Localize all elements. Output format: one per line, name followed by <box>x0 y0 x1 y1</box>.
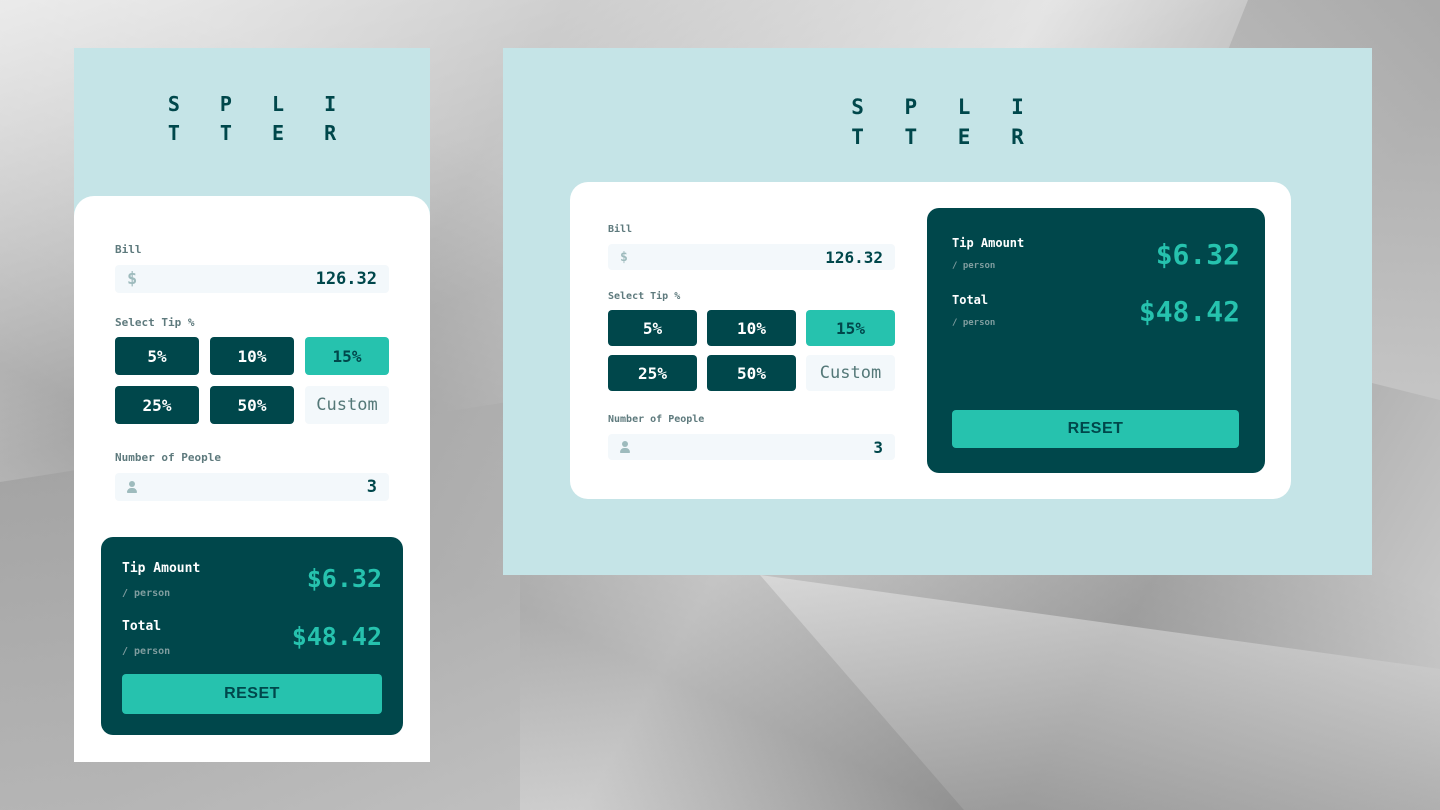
tip-button-10[interactable]: 10% <box>210 337 294 375</box>
tip-label: Select Tip % <box>115 316 195 329</box>
dollar-icon: $ <box>127 269 138 289</box>
tip-button-10[interactable]: 10% <box>707 310 796 346</box>
calculator-card: Bill $ 126.32 Select Tip % 5% 10% 15% 25… <box>74 196 430 762</box>
tip-button-5[interactable]: 5% <box>608 310 697 346</box>
bill-value: 126.32 <box>825 247 883 267</box>
desktop-preview: S P L I T T E R Bill $ 126.32 Select Tip… <box>503 48 1372 575</box>
tip-button-50[interactable]: 50% <box>210 386 294 424</box>
tip-amount-label: Tip Amount <box>952 236 1025 250</box>
tip-button-5[interactable]: 5% <box>115 337 199 375</box>
logo-line-1: S P L I <box>851 95 1038 119</box>
total-value: $48.42 <box>291 622 382 651</box>
people-input[interactable]: 3 <box>115 473 389 501</box>
tip-amount-value: $6.32 <box>306 564 382 593</box>
bill-input[interactable]: $ 126.32 <box>608 244 895 270</box>
tip-amount-sub: / person <box>952 261 996 271</box>
logo-line-2: T T E R <box>167 121 351 145</box>
people-label: Number of People <box>115 451 221 464</box>
tip-button-50[interactable]: 50% <box>707 355 796 391</box>
custom-tip-input[interactable]: Custom <box>806 355 895 391</box>
logo-line-1: S P L I <box>167 92 351 116</box>
people-input[interactable]: 3 <box>608 434 895 460</box>
tip-amount-label: Tip Amount <box>122 561 201 576</box>
tip-button-15[interactable]: 15% <box>305 337 389 375</box>
total-label: Total <box>122 619 162 634</box>
tip-amount-sub: / person <box>122 588 171 599</box>
bill-label: Bill <box>608 224 633 235</box>
tip-amount-value: $6.32 <box>1155 238 1240 271</box>
tip-button-25[interactable]: 25% <box>115 386 199 424</box>
dollar-icon: $ <box>620 249 628 265</box>
bill-input[interactable]: $ 126.32 <box>115 265 389 293</box>
people-label: Number of People <box>608 414 705 425</box>
logo: S P L I T T E R <box>503 92 1372 153</box>
reset-button[interactable]: RESET <box>122 674 382 714</box>
tip-button-15[interactable]: 15% <box>806 310 895 346</box>
logo: S P L I T T E R <box>74 90 430 148</box>
mobile-preview: S P L I T T E R Bill $ 126.32 Select Tip… <box>74 48 430 762</box>
total-label: Total <box>952 293 989 307</box>
logo-line-2: T T E R <box>851 125 1038 150</box>
result-panel: Tip Amount / person $6.32 Total / person… <box>927 208 1265 473</box>
people-value: 3 <box>366 477 377 497</box>
background-facet <box>760 575 1440 810</box>
people-value: 3 <box>873 437 883 457</box>
bill-label: Bill <box>115 243 142 256</box>
person-icon <box>127 481 137 493</box>
tip-options: 5% 10% 15% 25% 50% Custom <box>608 310 895 391</box>
total-sub: / person <box>122 646 171 657</box>
person-icon <box>620 441 630 453</box>
custom-tip-input[interactable]: Custom <box>305 386 389 424</box>
tip-options: 5% 10% 15% 25% 50% Custom <box>115 337 389 424</box>
bill-value: 126.32 <box>315 269 377 289</box>
result-panel: Tip Amount / person $6.32 Total / person… <box>101 537 403 735</box>
total-value: $48.42 <box>1138 295 1240 328</box>
total-sub: / person <box>952 318 996 328</box>
calculator-card: Bill $ 126.32 Select Tip % 5% 10% 15% 25… <box>570 182 1291 499</box>
reset-button[interactable]: RESET <box>952 410 1239 448</box>
tip-button-25[interactable]: 25% <box>608 355 697 391</box>
tip-label: Select Tip % <box>608 291 681 302</box>
